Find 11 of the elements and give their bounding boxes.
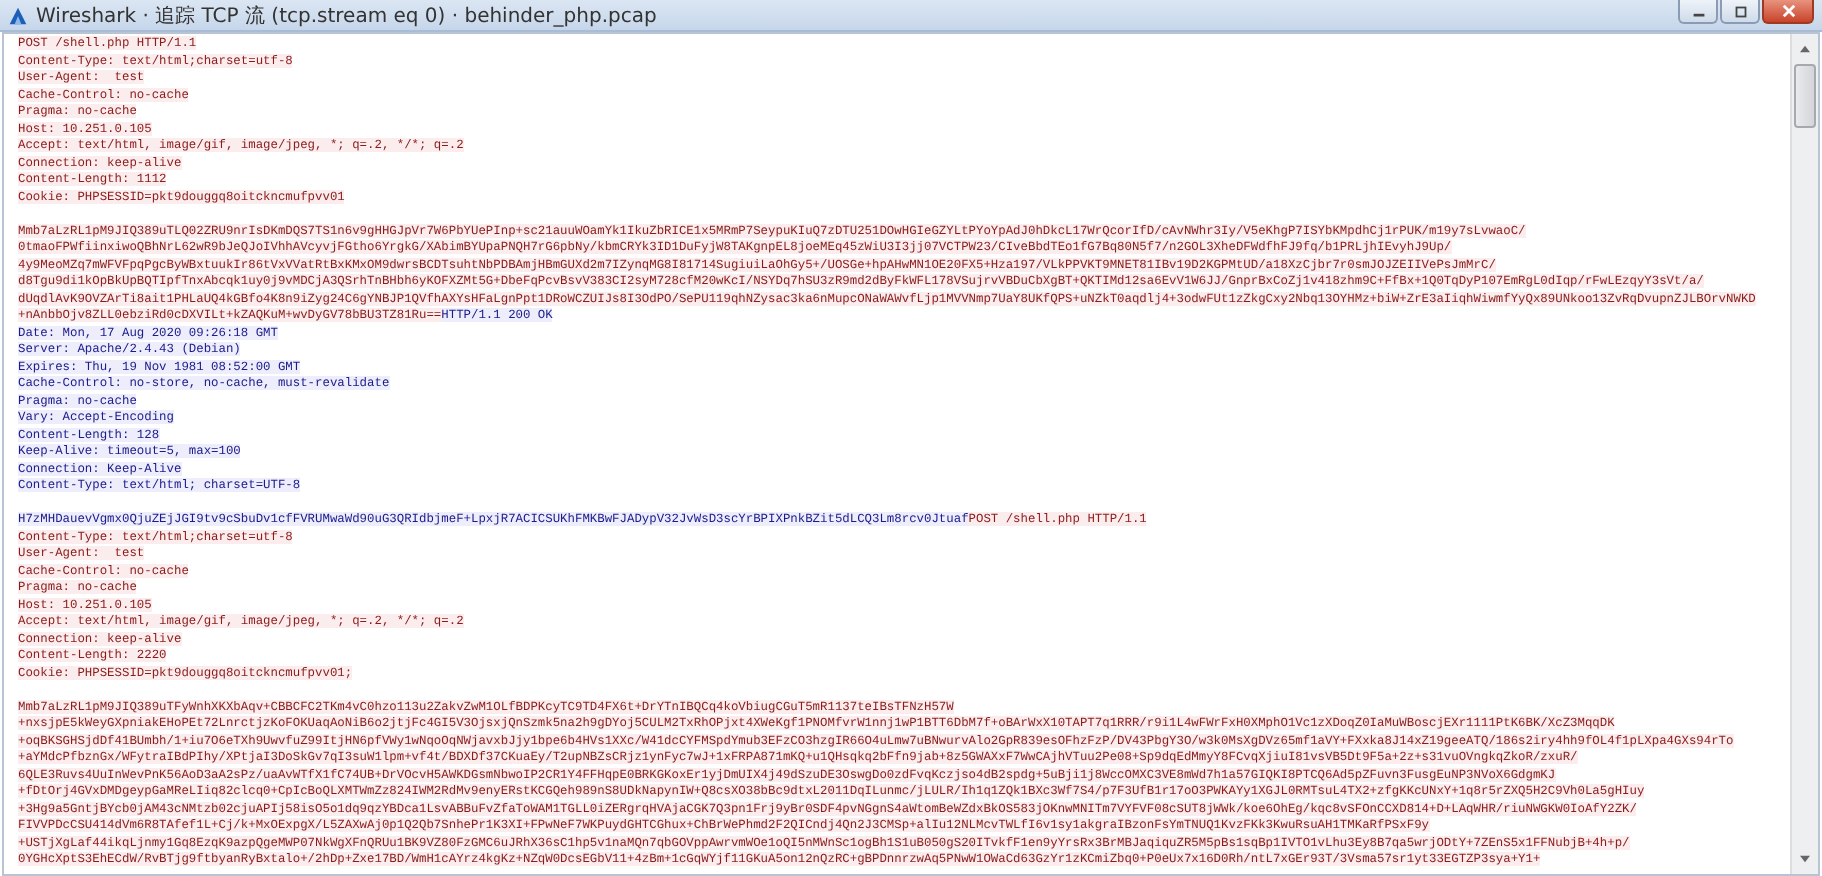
scrollbar-thumb[interactable]: [1794, 64, 1816, 128]
window-title: Wireshark · 追踪 TCP 流 (tcp.stream eq 0) · behinder_php.pcap: [36, 3, 659, 29]
scroll-up-icon[interactable]: [1798, 44, 1812, 54]
maximize-icon: [1731, 5, 1749, 17]
fin-icon: [8, 5, 28, 25]
close-icon: [1779, 4, 1797, 18]
close-button[interactable]: [1762, 0, 1814, 24]
scrollbar-track[interactable]: [1790, 34, 1818, 874]
maximize-button[interactable]: [1720, 0, 1760, 24]
minimize-button[interactable]: [1678, 0, 1718, 24]
scroll-down-icon[interactable]: [1798, 854, 1812, 864]
